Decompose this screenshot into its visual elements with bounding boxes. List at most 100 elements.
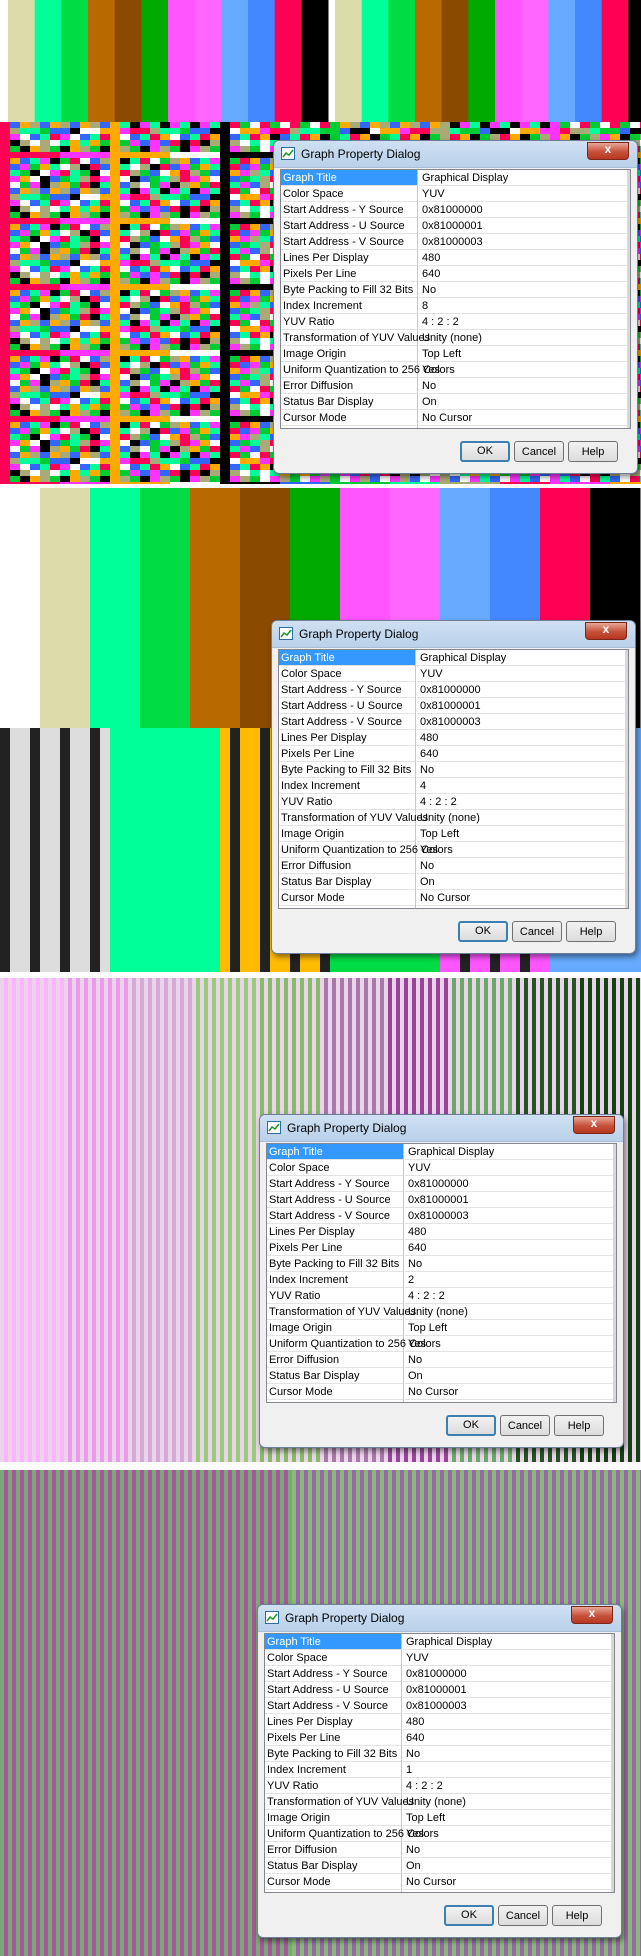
noise-cell (260, 458, 270, 464)
noise-cell (510, 128, 520, 134)
property-row[interactable]: Byte Packing to Fill 32 Bits No (281, 282, 627, 298)
noise-cell (200, 284, 210, 290)
noise-cell (220, 206, 230, 212)
noise-cell (250, 332, 260, 338)
property-value[interactable]: YUV (419, 186, 627, 202)
noise-cell (190, 746, 200, 752)
property-value[interactable]: 0x81000001 (419, 218, 627, 234)
noise-cell (140, 188, 150, 194)
noise-cell (120, 404, 130, 410)
property-row[interactable]: Start Address - U Source 0x81000001 (281, 218, 627, 234)
property-value[interactable]: No (419, 282, 627, 298)
property-row[interactable]: Index Increment 8 (281, 298, 627, 314)
property-value[interactable]: Top Left (419, 346, 627, 362)
close-button[interactable]: x (587, 142, 629, 160)
noise-cell (120, 452, 130, 458)
noise-cell (210, 206, 220, 212)
noise-cell (200, 470, 210, 476)
noise-cell (190, 464, 200, 470)
noise-cell (90, 182, 100, 188)
property-value[interactable]: 8 (419, 298, 627, 314)
property-value[interactable]: No (419, 378, 627, 394)
noise-cell (230, 398, 240, 404)
property-row[interactable]: Transformation of YUV Values Unity (none) (281, 330, 627, 346)
scrollbar[interactable] (627, 170, 630, 428)
property-value[interactable]: No Cursor (419, 410, 627, 426)
ok-button[interactable]: OK (460, 441, 510, 462)
property-value[interactable]: On (419, 394, 627, 410)
help-button[interactable]: Help (568, 441, 618, 462)
property-row[interactable]: Cursor Mode No Cursor (281, 410, 627, 426)
noise-cell (130, 224, 140, 230)
noise-cell (180, 446, 190, 452)
noise-cell (160, 338, 170, 344)
noise-cell (20, 146, 30, 152)
noise-cell (70, 140, 80, 146)
noise-cell (260, 746, 270, 752)
noise-cell (180, 776, 190, 782)
property-value[interactable]: 640 (419, 266, 627, 282)
noise-cell (180, 338, 190, 344)
noise-cell (60, 242, 70, 248)
noise-cell (80, 260, 90, 266)
noise-cell (130, 158, 140, 164)
noise-cell (230, 464, 240, 470)
noise-cell (60, 308, 70, 314)
property-row[interactable]: Status Bar Display On (281, 394, 627, 410)
noise-cell (140, 482, 150, 484)
noise-cell (20, 794, 30, 800)
noise-cell (30, 344, 40, 350)
property-name: Start Address - Y Source (281, 202, 417, 218)
property-value[interactable]: 4 : 2 : 2 (419, 314, 627, 330)
noise-cell (170, 122, 180, 128)
cancel-button[interactable]: Cancel (514, 441, 564, 462)
property-value[interactable]: 0x81000000 (419, 202, 627, 218)
noise-cell (260, 368, 270, 374)
noise-cell (210, 140, 220, 146)
noise-cell (90, 272, 100, 278)
property-value[interactable]: 0x81000003 (419, 234, 627, 250)
noise-cell (220, 374, 230, 380)
noise-cell (130, 200, 140, 206)
property-grid[interactable]: Graph Title Graphical Display Color Space Y… (280, 169, 631, 429)
property-value[interactable]: Yes (419, 362, 627, 378)
property-row[interactable]: Color Space YUV (281, 186, 627, 202)
noise-cell (0, 794, 10, 800)
noise-cell (250, 218, 260, 224)
property-row[interactable]: Uniform Quantization to 256 Colors Yes (281, 362, 627, 378)
property-row[interactable]: Start Address - Y Source 0x81000000 (281, 202, 627, 218)
noise-cell (220, 746, 230, 752)
noise-cell (160, 284, 170, 290)
noise-cell (100, 356, 110, 362)
property-row[interactable]: Graph Title Graphical Display (281, 170, 627, 186)
noise-cell (110, 302, 120, 308)
noise-cell (220, 158, 230, 164)
dialog-titlebar[interactable]: Graph Property Dialog (274, 141, 637, 168)
property-value[interactable]: Unity (none) (419, 330, 627, 346)
noise-cell (50, 122, 60, 128)
noise-cell (540, 482, 550, 484)
property-row[interactable]: Error Diffusion No (281, 378, 627, 394)
noise-cell (60, 170, 70, 176)
property-row[interactable]: Image Origin Top Left (281, 346, 627, 362)
noise-cell (70, 746, 80, 752)
color-bar (361, 0, 389, 122)
property-row[interactable]: Pixels Per Line 640 (281, 266, 627, 282)
noise-cell (180, 176, 190, 182)
property-row[interactable]: YUV Ratio 4 : 2 : 2 (281, 314, 627, 330)
noise-cell (0, 776, 10, 782)
noise-cell (150, 392, 160, 398)
property-row[interactable]: Start Address - V Source 0x81000003 (281, 234, 627, 250)
noise-cell (80, 770, 90, 776)
noise-cell (70, 206, 80, 212)
noise-cell (80, 182, 90, 188)
noise-cell (150, 428, 160, 434)
noise-cell (140, 362, 150, 368)
noise-cell (260, 206, 270, 212)
noise-cell (0, 122, 10, 128)
noise-cell (100, 398, 110, 404)
noise-cell (170, 326, 180, 332)
property-value[interactable]: Graphical Display (419, 170, 627, 186)
property-value[interactable]: 480 (419, 250, 627, 266)
property-row[interactable]: Lines Per Display 480 (281, 250, 627, 266)
